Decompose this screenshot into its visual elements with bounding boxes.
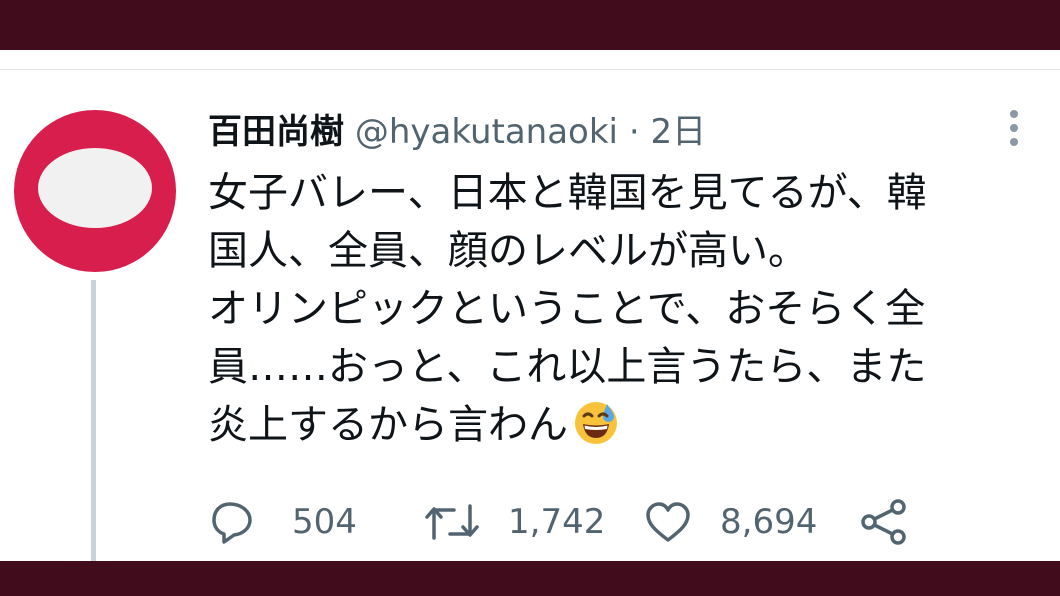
avatar-face	[38, 148, 152, 228]
user-handle[interactable]: @hyakutanaoki	[355, 112, 618, 152]
tweet-time[interactable]: 2日	[650, 112, 706, 152]
top-dark-band	[0, 0, 1060, 50]
bottom-dark-band	[0, 561, 1060, 596]
display-name[interactable]: 百田尚樹	[208, 112, 344, 152]
reply-button[interactable]: 504	[210, 496, 370, 548]
tweet-separator	[0, 69, 1060, 70]
thread-line	[91, 280, 96, 561]
tweet-text-line-last: 炎上するから言わん	[208, 396, 1038, 454]
retweet-button[interactable]: 1,742	[424, 496, 614, 548]
header-separator: ·	[628, 112, 640, 152]
retweet-icon	[425, 504, 479, 540]
reply-count: 504	[292, 502, 357, 542]
tweet-text-line: 国人、全員、顔のレベルが高い。	[208, 228, 808, 274]
tweet-text-line: オリンピックということで、おそらく全	[208, 286, 926, 332]
like-button[interactable]: 8,694	[644, 496, 844, 548]
tweet-text-line: 女子バレー、日本と韓国を見てるが、韓	[208, 170, 927, 216]
tweet-text-line: 炎上するから言わん	[208, 402, 568, 448]
share-button[interactable]	[856, 496, 912, 548]
retweet-count: 1,742	[508, 502, 606, 542]
tweet-header: 百田尚樹 @hyakutanaoki · 2日	[208, 108, 706, 156]
share-icon	[861, 499, 906, 545]
more-vertical-icon[interactable]	[1004, 108, 1024, 148]
grinning-sweat-emoji-icon	[575, 402, 617, 444]
heart-icon	[646, 502, 690, 542]
tweet-text-line: 員……おっと、これ以上言うたら、また	[208, 344, 927, 390]
tweet-text: 女子バレー、日本と韓国を見てるが、韓 国人、全員、顔のレベルが高い。 オリンピッ…	[208, 164, 1038, 454]
like-count: 8,694	[720, 502, 818, 542]
reply-icon	[212, 502, 252, 544]
